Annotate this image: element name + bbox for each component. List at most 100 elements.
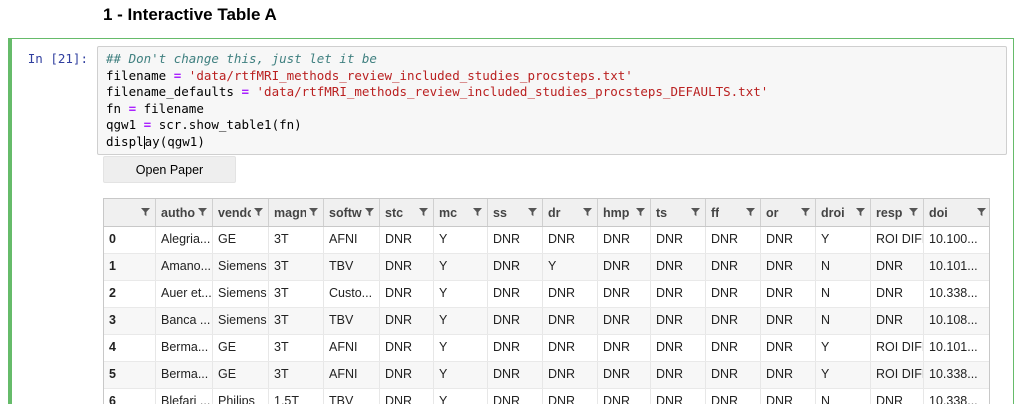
filter-icon[interactable] <box>362 208 374 217</box>
cell-resp: DNR <box>871 254 924 280</box>
column-header-or[interactable]: or <box>761 199 816 226</box>
column-header-label: author <box>161 205 195 220</box>
column-header-label: ff <box>711 205 720 220</box>
column-header-droi[interactable]: droi <box>816 199 871 226</box>
cell-hmp: DNR <box>598 335 651 361</box>
table-row[interactable]: 0 Alegria... GE 3T AFNI DNR Y DNR DNR DNR DNR DNR DN… <box>104 227 989 254</box>
filter-icon[interactable] <box>138 208 150 217</box>
column-header-doi[interactable]: doi <box>924 199 991 226</box>
cell-dr: DNR <box>543 227 598 253</box>
table-row[interactable]: 5 Berma... GE 3T AFNI DNR Y DNR DNR DNR DNR DNR DNR Y… <box>104 362 989 389</box>
filter-icon[interactable] <box>853 208 865 217</box>
page-title: 1 - Interactive Table A <box>103 5 277 24</box>
column-header-vendor[interactable]: vendor <box>213 199 269 226</box>
row-index: 6 <box>104 389 156 404</box>
table-body: 0 Alegria... GE 3T AFNI DNR Y DNR DNR DNR DNR DNR DN… <box>104 227 989 404</box>
cell-doi: 10.101... <box>929 259 978 273</box>
table-row[interactable]: 2 Auer et... Siemens 3T Custo... DNR Y DNR DNR DN… <box>104 281 989 308</box>
cell-vendor: GE <box>213 227 269 253</box>
cell-resp: DNR <box>871 281 924 307</box>
filter-icon[interactable] <box>470 208 482 217</box>
column-header-label: dr <box>548 205 561 220</box>
filter-icon[interactable] <box>974 208 986 217</box>
cell-droi: Y <box>816 362 871 388</box>
filter-icon[interactable] <box>798 208 810 217</box>
column-header-label: magnet <box>274 205 306 220</box>
cell-mc: Y <box>434 227 488 253</box>
table-row[interactable]: 1 Amano... Siemens 3T TBV DNR Y DNR Y DNR DNR DNR DN… <box>104 254 989 281</box>
row-index: 3 <box>104 308 156 334</box>
cell-stc: DNR <box>380 227 434 253</box>
cell-author: Auer et... <box>156 281 213 307</box>
cell-droi: Y <box>816 335 871 361</box>
filter-icon[interactable] <box>416 208 428 217</box>
column-header-ts[interactable]: ts <box>651 199 706 226</box>
table-row[interactable]: 4 Berma... GE 3T AFNI DNR Y DNR DNR DNR DNR DNR DNR Y… <box>104 335 989 362</box>
cell-hmp: DNR <box>598 362 651 388</box>
cell-doi: 10.100... <box>929 232 978 246</box>
cell-magnet: 3T <box>269 281 324 307</box>
column-header-index[interactable] <box>104 199 156 226</box>
cell-author: Berma... <box>156 335 213 361</box>
cell-ts: DNR <box>651 308 706 334</box>
cell-stc: DNR <box>380 389 434 404</box>
cell-software: AFNI <box>324 335 380 361</box>
cell-or: DNR <box>761 389 816 404</box>
filter-icon[interactable] <box>306 208 318 217</box>
column-header-label: hmp <box>603 205 630 220</box>
cell-stc: DNR <box>380 335 434 361</box>
cell-vendor: Siemens <box>213 254 269 280</box>
code-editor[interactable]: ## Don't change this, just let it be file… <box>97 46 1007 155</box>
filter-icon[interactable] <box>195 208 207 217</box>
filter-icon[interactable] <box>525 208 537 217</box>
cell-hmp: DNR <box>598 308 651 334</box>
filter-icon[interactable] <box>688 208 700 217</box>
cell-author: Berma... <box>156 362 213 388</box>
cell-mc: Y <box>434 389 488 404</box>
code-lines: ## Don't change this, just let it be file… <box>106 51 998 150</box>
cell-stc: DNR <box>380 308 434 334</box>
code-line: qgw1 = scr.show_table1(fn) <box>106 117 302 132</box>
row-index: 1 <box>104 254 156 280</box>
cell-or: DNR <box>761 308 816 334</box>
cell-magnet: 3T <box>269 254 324 280</box>
notebook-cell[interactable]: In [21]: ## Don't change this, just let … <box>8 38 1014 404</box>
filter-icon[interactable] <box>580 208 592 217</box>
column-header-magnet[interactable]: magnet <box>269 199 324 226</box>
cell-droi: Y <box>816 227 871 253</box>
cell-dr: DNR <box>543 389 598 404</box>
column-header-ff[interactable]: ff <box>706 199 761 226</box>
filter-icon[interactable] <box>743 208 755 217</box>
cell-software: AFNI <box>324 362 380 388</box>
table-header-row: author vendor magnet software stc mc ss dr hmp ts… <box>104 199 989 227</box>
cell-doi: 10.338... <box>929 394 978 404</box>
cell-resp: DNR <box>871 308 924 334</box>
cell-vendor: GE <box>213 335 269 361</box>
column-header-resp[interactable]: resp <box>871 199 924 226</box>
column-header-label: droi <box>821 205 845 220</box>
column-header-dr[interactable]: dr <box>543 199 598 226</box>
cell-mc: Y <box>434 335 488 361</box>
table-row[interactable]: 6 Blefari ... Philips 1.5T TBV DNR Y DNR DNR DNR D… <box>104 389 989 404</box>
input-prompt: In [21]: <box>27 51 88 66</box>
column-header-mc[interactable]: mc <box>434 199 488 226</box>
filter-icon[interactable] <box>251 208 263 217</box>
table-row[interactable]: 3 Banca ... Siemens 3T TBV DNR Y DNR DNR DNR DNR DN… <box>104 308 989 335</box>
column-header-hmp[interactable]: hmp <box>598 199 651 226</box>
column-header-author[interactable]: author <box>156 199 213 226</box>
column-header-label: resp <box>876 205 903 220</box>
cell-ff: DNR <box>706 362 761 388</box>
cell-resp: ROI DIFF <box>871 227 924 253</box>
open-paper-button[interactable]: Open Paper <box>103 156 236 183</box>
cell-ff: DNR <box>706 335 761 361</box>
cell-mc: Y <box>434 362 488 388</box>
cell-software: TBV <box>324 254 380 280</box>
column-header-software[interactable]: software <box>324 199 380 226</box>
cell-vendor: Philips <box>213 389 269 404</box>
code-line: fn = filename <box>106 100 204 116</box>
column-header-ss[interactable]: ss <box>488 199 543 226</box>
filter-icon[interactable] <box>906 208 918 217</box>
column-header-stc[interactable]: stc <box>380 199 434 226</box>
cell-or: DNR <box>761 335 816 361</box>
filter-icon[interactable] <box>633 208 645 217</box>
